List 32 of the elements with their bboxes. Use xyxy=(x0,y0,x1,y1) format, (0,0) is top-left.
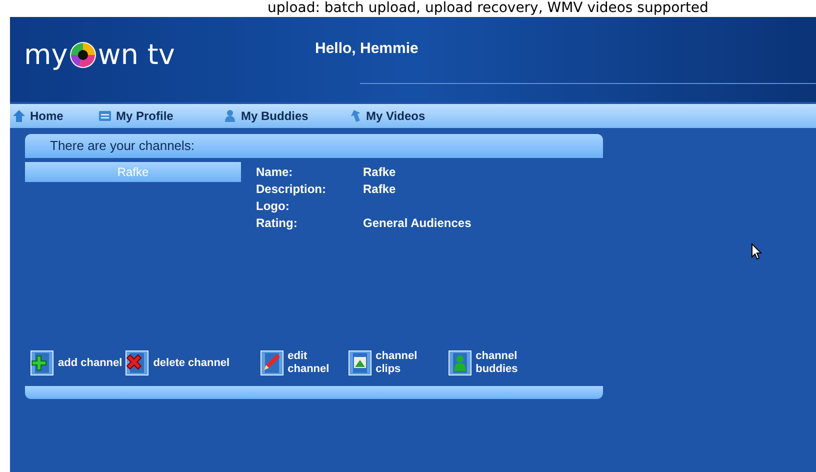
logo-text: wn tv xyxy=(98,41,175,69)
greeting-text: Hello, Hemmie xyxy=(315,39,418,59)
add-film-icon xyxy=(30,350,54,376)
caption-text: upload: batch upload, upload recovery, WMV videos supported xyxy=(268,0,708,17)
person-film-icon xyxy=(448,350,472,376)
cursor-icon xyxy=(751,243,762,260)
pencil-film-icon xyxy=(260,350,284,376)
action-link[interactable]: add channel xyxy=(30,350,122,376)
action-link[interactable]: channel clips xyxy=(348,350,428,376)
field-label: Description: xyxy=(256,181,328,198)
nav-link[interactable]: My Buddies xyxy=(223,104,348,128)
logo-ring-icon xyxy=(68,41,97,69)
logo-text: my xyxy=(24,41,68,69)
nav-link[interactable]: My Videos xyxy=(348,104,468,128)
panel-title: There are your channels: xyxy=(50,137,195,156)
person-icon xyxy=(223,109,237,123)
field-label: Logo: xyxy=(256,198,290,215)
field-value: Rafke xyxy=(363,164,397,181)
action-link[interactable]: channel buddies xyxy=(448,350,528,376)
field-value: Rafke xyxy=(363,181,397,198)
nav-link[interactable]: My Profile xyxy=(98,104,223,128)
field-label: Name: xyxy=(256,164,294,181)
delete-film-icon xyxy=(125,350,150,376)
action-link[interactable]: delete channel xyxy=(125,350,230,376)
field-value: General Audiences xyxy=(363,215,472,232)
action-link[interactable]: edit channel xyxy=(260,350,328,376)
card-icon xyxy=(98,109,112,123)
house-icon xyxy=(12,109,26,123)
field-label: Rating: xyxy=(256,215,298,232)
nav-link[interactable]: Home xyxy=(10,104,98,128)
arrow-icon xyxy=(348,109,362,123)
picture-film-icon xyxy=(348,350,372,376)
